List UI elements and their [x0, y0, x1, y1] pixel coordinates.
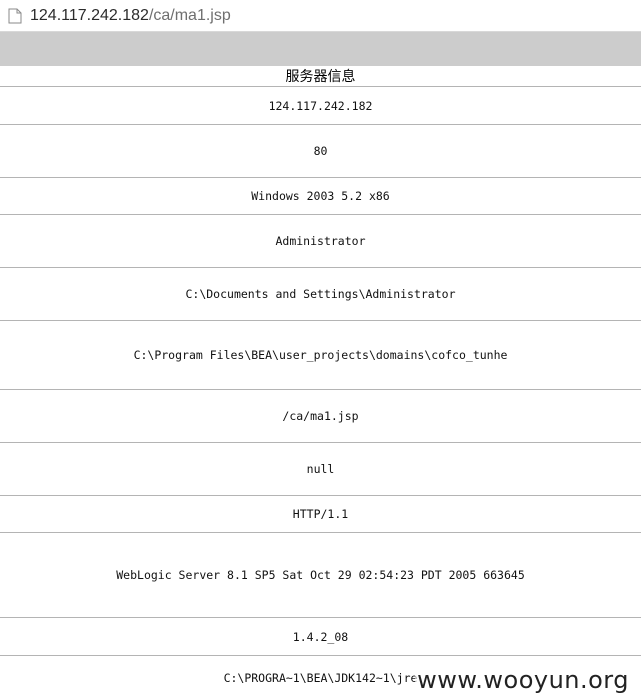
table-row: Administrator — [0, 214, 641, 267]
table-row: C:\Program Files\BEA\user_projects\domai… — [0, 320, 641, 389]
table-row: Windows 2003 5.2 x86 — [0, 177, 641, 214]
header-band — [0, 32, 641, 66]
table-row: C:\Documents and Settings\Administrator — [0, 267, 641, 320]
address-bar[interactable]: 124.117.242.182/ca/ma1.jsp — [0, 0, 641, 32]
table-row: 80 — [0, 124, 641, 177]
table-row: HTTP/1.1 — [0, 495, 641, 532]
page-title: 服务器信息 — [285, 68, 356, 84]
url-text[interactable]: 124.117.242.182/ca/ma1.jsp — [30, 7, 231, 25]
table-row: 1.4.2_08 — [0, 617, 641, 655]
page-icon — [8, 8, 22, 24]
url-path: /ca/ma1.jsp — [148, 6, 231, 24]
url-host: 124.117.242.182 — [30, 6, 149, 24]
table-row: WebLogic Server 8.1 SP5 Sat Oct 29 02:54… — [0, 532, 641, 617]
table-row: 124.117.242.182 — [0, 86, 641, 124]
watermark-text: www.wooyun.org — [415, 666, 631, 694]
table-row: /ca/ma1.jsp — [0, 389, 641, 442]
info-table: 124.117.242.182 80 Windows 2003 5.2 x86 … — [0, 86, 641, 700]
table-row: null — [0, 442, 641, 495]
